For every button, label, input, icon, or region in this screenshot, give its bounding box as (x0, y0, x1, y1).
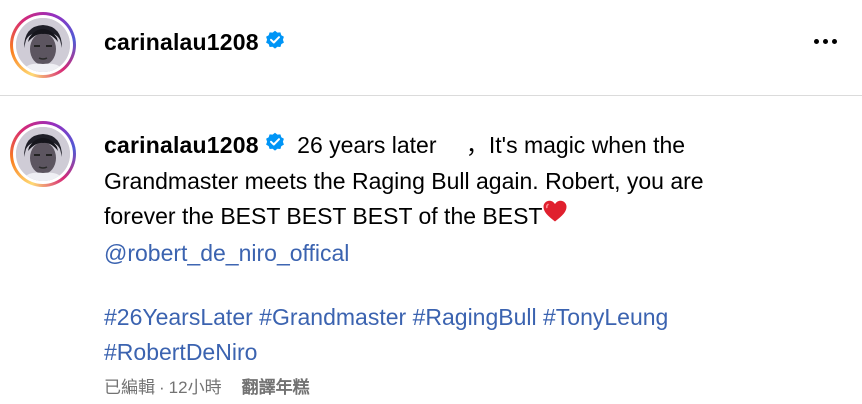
avatar-photo (16, 127, 70, 181)
hashtag-link[interactable]: #Grandmaster (259, 304, 406, 330)
post-panel: carinalau1208 carinalau1208 26 years lat… (0, 0, 862, 404)
header-username[interactable]: carinalau1208 (104, 28, 285, 58)
mention-link[interactable]: @robert_de_niro_offical (104, 240, 349, 266)
hashtag-link[interactable]: #26YearsLater (104, 304, 253, 330)
edited-label: 已編輯 (104, 378, 155, 397)
verified-badge-icon (265, 127, 285, 162)
timestamp[interactable]: 12小時 (169, 376, 222, 400)
username-text[interactable]: carinalau1208 (104, 29, 259, 55)
caption-line-3: forever the BEST BEST BEST of the BEST (104, 203, 543, 230)
meta-separator: · (159, 378, 165, 397)
red-heart-icon (542, 198, 568, 233)
caption-username[interactable]: carinalau1208 (104, 132, 259, 158)
more-options-button[interactable] (810, 26, 840, 56)
caption-text: carinalau1208 26 years later ，It's magic… (104, 128, 824, 271)
translate-button[interactable]: 翻譯年糕 (242, 376, 310, 400)
avatar[interactable] (10, 12, 76, 78)
hashtag-list: #26YearsLater #Grandmaster #RagingBull #… (104, 300, 824, 370)
caption-line-2: Grandmaster meets the Raging Bull again.… (104, 168, 704, 195)
post-meta: 已編輯 · 12小時 翻譯年糕 (104, 376, 310, 400)
verified-badge-icon (265, 28, 285, 56)
hashtag-link[interactable]: #RagingBull (413, 304, 537, 330)
post-header: carinalau1208 (0, 0, 862, 96)
caption-avatar[interactable] (10, 121, 76, 187)
more-horizontal-icon (813, 38, 819, 44)
caption-line-1: 26 years later ，It's magic when the (297, 132, 686, 158)
hashtag-link[interactable]: #TonyLeung (543, 304, 668, 330)
hashtag-link[interactable]: #RobertDeNiro (104, 339, 257, 365)
avatar-photo (16, 18, 70, 72)
